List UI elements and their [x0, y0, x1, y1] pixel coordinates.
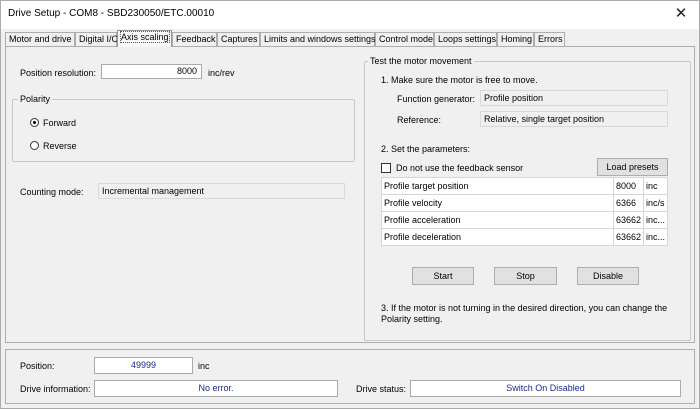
counting-mode-value: Incremental management [98, 183, 345, 199]
drive-info-label: Drive information: [20, 384, 91, 394]
polarity-forward-label[interactable]: Forward [43, 118, 76, 128]
tab-captures[interactable]: Captures [217, 32, 260, 46]
polarity-group-title: Polarity [18, 94, 53, 104]
function-generator-value: Profile position [480, 90, 668, 106]
parameter-unit: inc... [642, 228, 669, 246]
polarity-reverse-radio[interactable] [30, 141, 39, 150]
tab-axis-scaling[interactable]: Axis scaling [117, 30, 172, 47]
tab-motor-and-drive[interactable]: Motor and drive [5, 32, 75, 46]
position-value: 49999 [94, 357, 193, 374]
tab-loops-settings[interactable]: Loops settings [434, 32, 497, 46]
disable-button[interactable]: Disable [577, 267, 639, 285]
position-resolution-unit: inc/rev [208, 68, 235, 78]
parameter-value[interactable]: 63662 [612, 228, 644, 246]
stop-button[interactable]: Stop [494, 267, 557, 285]
parameter-value[interactable]: 6366 [612, 194, 644, 212]
parameter-name: Profile deceleration [381, 228, 614, 246]
table-row: Profile target position 8000 inc [381, 177, 669, 195]
polarity-forward-radio[interactable] [30, 118, 39, 127]
no-feedback-checkbox[interactable] [381, 163, 391, 173]
parameter-unit: inc... [642, 211, 669, 229]
title-bar: Drive Setup - COM8 - SBD230050/ETC.00010… [1, 1, 699, 29]
start-button[interactable]: Start [412, 267, 474, 285]
polarity-reverse-label[interactable]: Reverse [43, 141, 77, 151]
tab-strip: Motor and drive Digital I/O Axis scaling… [5, 30, 695, 47]
drive-status-value: Switch On Disabled [410, 380, 681, 397]
drive-setup-window: Drive Setup - COM8 - SBD230050/ETC.00010… [0, 0, 700, 409]
parameter-name: Profile velocity [381, 194, 614, 212]
tab-limits-and-windows-settings[interactable]: Limits and windows settings [260, 32, 376, 46]
tab-homing[interactable]: Homing [497, 32, 534, 46]
load-presets-button[interactable]: Load presets [597, 158, 668, 176]
no-feedback-label[interactable]: Do not use the feedback sensor [396, 163, 523, 173]
parameter-unit: inc [642, 177, 669, 195]
table-row: Profile velocity 6366 inc/s [381, 194, 669, 212]
parameter-name: Profile target position [381, 177, 614, 195]
test-movement-title: Test the motor movement [368, 56, 474, 66]
table-row: Profile acceleration 63662 inc... [381, 211, 669, 229]
table-row: Profile deceleration 63662 inc... [381, 228, 669, 246]
tab-feedback[interactable]: Feedback [172, 32, 217, 46]
parameter-unit: inc/s [642, 194, 669, 212]
close-button[interactable]: ✕ [669, 5, 693, 25]
window-title: Drive Setup - COM8 - SBD230050/ETC.00010 [8, 8, 215, 19]
step2-text: 2. Set the parameters: [381, 144, 471, 154]
parameter-value[interactable]: 8000 [612, 177, 644, 195]
parameters-table: Profile target position 8000 inc Profile… [381, 177, 669, 246]
tab-errors[interactable]: Errors [534, 32, 565, 46]
function-generator-label: Function generator: [397, 94, 476, 104]
parameter-value[interactable]: 63662 [612, 211, 644, 229]
position-unit: inc [198, 361, 210, 371]
counting-mode-label: Counting mode: [20, 187, 84, 197]
step3-text: 3. If the motor is not turning in the de… [381, 303, 668, 324]
tab-control-mode[interactable]: Control mode [375, 32, 434, 46]
step1-text: 1. Make sure the motor is free to move. [381, 75, 538, 85]
drive-info-value: No error. [94, 380, 338, 397]
polarity-group: Polarity [12, 94, 355, 162]
position-resolution-label: Position resolution: [20, 68, 97, 78]
drive-status-label: Drive status: [356, 384, 407, 394]
reference-value: Relative, single target position [480, 111, 668, 127]
position-label: Position: [20, 361, 55, 371]
parameter-name: Profile acceleration [381, 211, 614, 229]
tab-digital-io[interactable]: Digital I/O [75, 32, 119, 46]
reference-label: Reference: [397, 115, 442, 125]
position-resolution-input[interactable]: 8000 [101, 64, 202, 79]
